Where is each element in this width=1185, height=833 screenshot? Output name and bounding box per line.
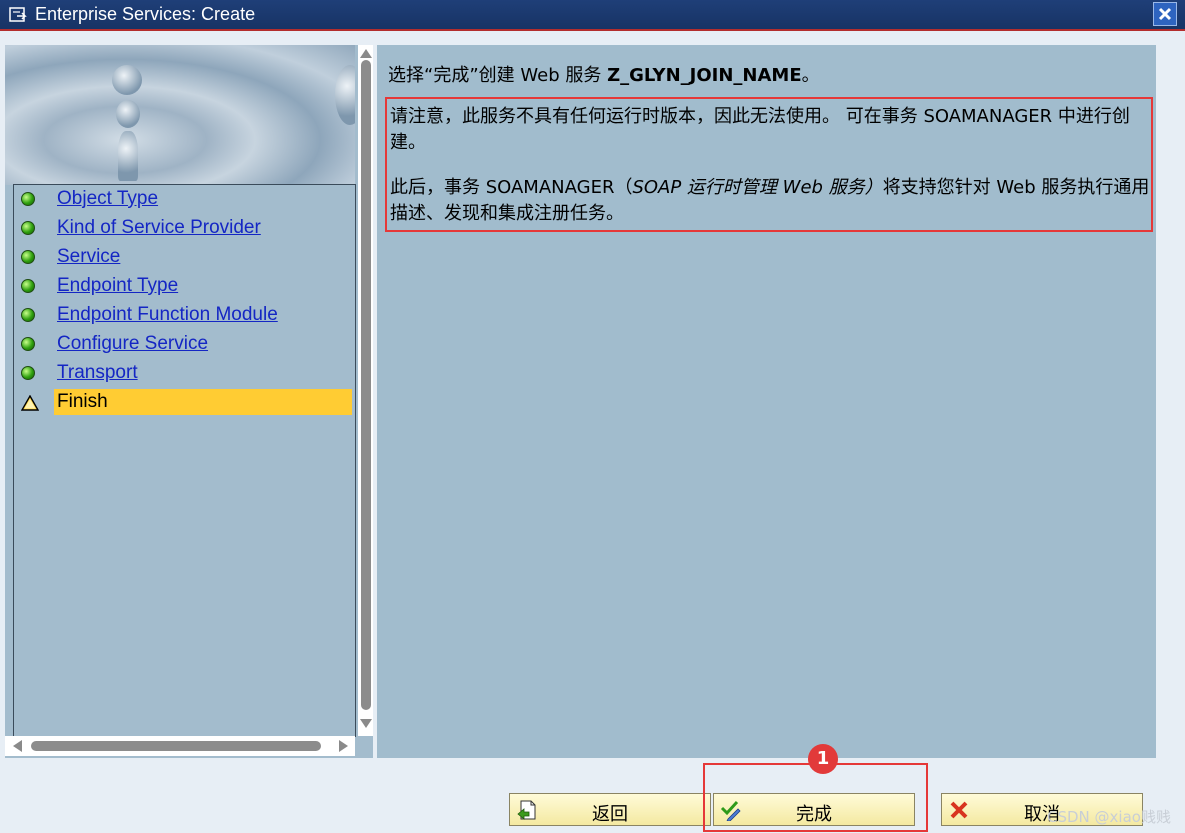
finish-instruction: 选择“完成”创建 Web 服务 Z_GLYN_JOIN_NAME。 bbox=[388, 65, 820, 86]
green-status-icon bbox=[21, 337, 37, 353]
runtime-note: 请注意，此服务不具有任何运行时版本，因此无法使用。 可在事务 SOAMANAGE… bbox=[390, 106, 1130, 153]
step-endpoint-type[interactable]: Endpoint Type bbox=[14, 273, 355, 300]
green-status-icon bbox=[21, 250, 37, 266]
step-label[interactable]: Service bbox=[57, 246, 120, 268]
water-drop-banner-image bbox=[5, 45, 355, 185]
step-list: Object Type Kind of Service Provider Ser… bbox=[13, 184, 356, 737]
horizontal-scrollbar[interactable] bbox=[5, 736, 355, 756]
soamanager-note: 此后，事务 SOAMANAGER（SOAP 运行时管理 Web 服务）将支持您针… bbox=[390, 177, 1150, 224]
step-label[interactable]: Kind of Service Provider bbox=[57, 217, 261, 239]
step-transport[interactable]: Transport bbox=[14, 360, 355, 387]
green-status-icon bbox=[21, 221, 37, 237]
step-endpoint-function-module[interactable]: Endpoint Function Module bbox=[14, 302, 355, 329]
step-finish[interactable]: Finish bbox=[14, 389, 355, 416]
scroll-left-icon[interactable] bbox=[13, 740, 22, 752]
step-label[interactable]: Object Type bbox=[57, 188, 158, 210]
window-title: Enterprise Services: Create bbox=[35, 4, 256, 24]
watermark: CSDN @xiao贱贱 bbox=[1047, 808, 1171, 826]
green-status-icon bbox=[21, 308, 37, 324]
scroll-down-icon[interactable] bbox=[360, 719, 372, 728]
back-button[interactable]: 返回 bbox=[509, 793, 711, 826]
window-icon bbox=[9, 7, 27, 23]
green-status-icon bbox=[21, 279, 37, 295]
green-status-icon bbox=[21, 366, 37, 382]
step-label[interactable]: Transport bbox=[57, 362, 138, 384]
step-service[interactable]: Service bbox=[14, 244, 355, 271]
close-button[interactable] bbox=[1153, 2, 1177, 26]
vertical-scrollbar[interactable] bbox=[358, 45, 373, 736]
finish-button-annotation-box bbox=[703, 763, 928, 832]
wizard-step-panel: Object Type Kind of Service Provider Ser… bbox=[5, 45, 373, 758]
step-object-type[interactable]: Object Type bbox=[14, 186, 355, 213]
scroll-up-icon[interactable] bbox=[360, 49, 372, 58]
step-label[interactable]: Endpoint Type bbox=[57, 275, 178, 297]
back-label: 返回 bbox=[592, 804, 628, 825]
step-label: Finish bbox=[57, 391, 108, 412]
step-label[interactable]: Configure Service bbox=[57, 333, 208, 355]
scroll-right-icon[interactable] bbox=[339, 740, 348, 752]
window-title-bar: Enterprise Services: Create bbox=[0, 0, 1185, 31]
step-kind-of-service-provider[interactable]: Kind of Service Provider bbox=[14, 215, 355, 242]
annotation-step-number: 1 bbox=[808, 744, 838, 774]
step-label[interactable]: Endpoint Function Module bbox=[57, 304, 278, 326]
step-content-area: 选择“完成”创建 Web 服务 Z_GLYN_JOIN_NAME。 请注意，此服… bbox=[377, 45, 1156, 758]
scrollbar-thumb[interactable] bbox=[361, 60, 371, 710]
service-name: Z_GLYN_JOIN_NAME bbox=[607, 65, 802, 86]
scrollbar-thumb[interactable] bbox=[31, 741, 321, 751]
close-icon bbox=[1158, 7, 1172, 21]
step-configure-service[interactable]: Configure Service bbox=[14, 331, 355, 358]
warning-triangle-icon bbox=[20, 394, 40, 411]
green-status-icon bbox=[21, 192, 37, 208]
